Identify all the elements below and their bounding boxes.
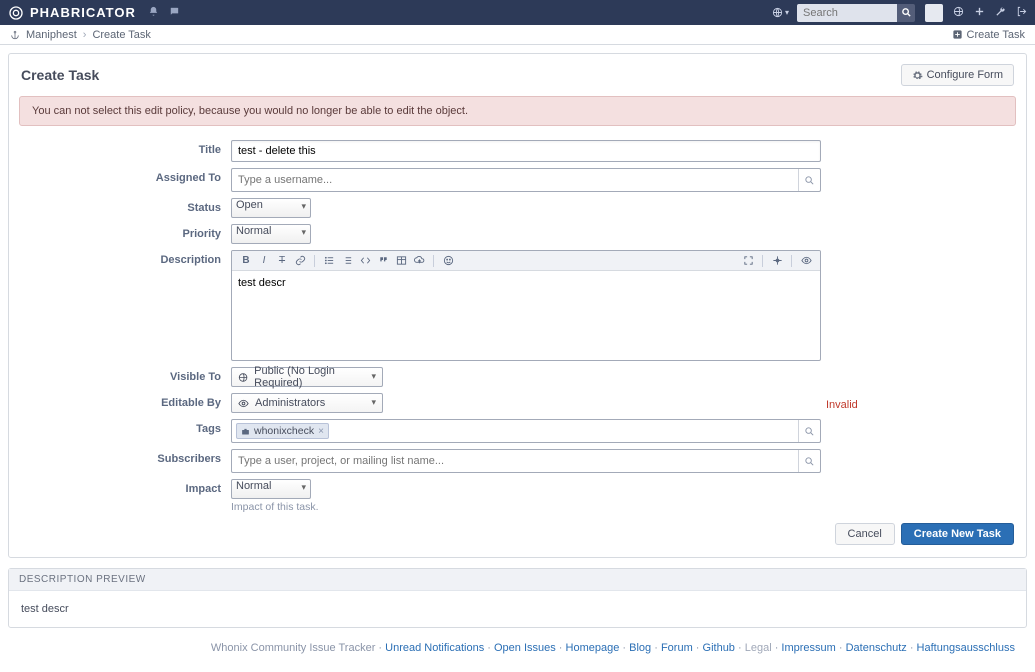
meme-icon[interactable] (440, 254, 456, 268)
search-input[interactable] (797, 4, 897, 22)
search-button[interactable] (897, 4, 915, 22)
avatar[interactable] (925, 4, 943, 22)
label-assigned: Assigned To (21, 168, 231, 184)
label-visible: Visible To (21, 367, 231, 383)
title-input[interactable] (231, 140, 821, 162)
app-logo[interactable]: PHABRICATOR (8, 5, 136, 21)
label-title: Title (21, 140, 231, 156)
globe-icon[interactable] (953, 6, 964, 20)
impact-select[interactable]: Normal (231, 479, 311, 499)
chat-icon[interactable] (169, 6, 180, 20)
label-description: Description (21, 250, 231, 266)
label-impact: Impact (21, 479, 231, 495)
pin-icon[interactable] (769, 254, 785, 268)
upload-icon[interactable] (411, 254, 427, 268)
label-tags: Tags (21, 419, 231, 435)
footer-link[interactable]: Impressum (781, 642, 835, 654)
wrench-icon[interactable] (995, 6, 1006, 20)
visible-select[interactable]: Public (No Login Required) (231, 367, 383, 387)
bell-icon[interactable] (148, 6, 159, 20)
strike-icon[interactable]: T (274, 254, 290, 268)
link-icon[interactable] (292, 254, 308, 268)
quote-icon[interactable] (375, 254, 391, 268)
crumb-app[interactable]: Maniphest (26, 29, 77, 41)
ul-icon[interactable] (321, 254, 337, 268)
footer-link[interactable]: Haftungsausschluss (917, 642, 1015, 654)
assigned-input[interactable] (232, 170, 798, 190)
footer-link[interactable]: Homepage (566, 642, 620, 654)
cancel-button[interactable]: Cancel (835, 523, 895, 545)
footer-link[interactable]: Open Issues (494, 642, 556, 654)
subscribers-input[interactable] (232, 451, 798, 471)
crumb-page[interactable]: Create Task (92, 29, 151, 41)
configure-form-button[interactable]: Configure Form (901, 64, 1014, 86)
impact-helper: Impact of this task. (231, 501, 821, 513)
italic-icon[interactable]: I (256, 254, 272, 268)
gear-icon (912, 70, 923, 81)
brand-text: PHABRICATOR (30, 5, 136, 20)
label-priority: Priority (21, 224, 231, 240)
preview-body: test descr (9, 591, 1026, 627)
code-icon[interactable] (357, 254, 373, 268)
label-editable: Editable By (21, 393, 231, 409)
topbar: PHABRICATOR ▾ (0, 0, 1035, 25)
description-textarea[interactable] (232, 271, 820, 357)
briefcase-icon (241, 427, 250, 436)
main-panel: Create Task Configure Form You can not s… (8, 53, 1027, 558)
invalid-badge: Invalid (826, 399, 858, 411)
bold-icon[interactable]: B (238, 254, 254, 268)
footer-link[interactable]: Datenschutz (846, 642, 907, 654)
language-dropdown[interactable]: ▾ (772, 7, 789, 18)
table-icon[interactable] (393, 254, 409, 268)
ol-icon[interactable] (339, 254, 355, 268)
remove-tag-icon[interactable]: × (318, 426, 324, 437)
tags-input[interactable] (331, 421, 798, 441)
preview-icon[interactable] (798, 254, 814, 268)
anchor-icon (10, 30, 20, 40)
error-message: You can not select this edit policy, bec… (19, 96, 1016, 126)
plus-icon[interactable] (974, 6, 985, 20)
globe-icon (238, 372, 248, 383)
description-editor: B I T (231, 250, 821, 361)
preview-header: DESCRIPTION PREVIEW (9, 569, 1026, 591)
page-title: Create Task (21, 67, 99, 83)
crumb-action[interactable]: Create Task (952, 29, 1026, 41)
subscribers-browse-button[interactable] (798, 450, 820, 472)
eye-icon (238, 398, 249, 409)
preview-panel: DESCRIPTION PREVIEW test descr (8, 568, 1027, 628)
logout-icon[interactable] (1016, 6, 1027, 20)
tag-chip[interactable]: whonixcheck × (236, 423, 329, 439)
footer: Whonix Community Issue Tracker · Unread … (8, 628, 1027, 664)
footer-prefix: Whonix Community Issue Tracker (211, 642, 375, 654)
breadcrumb: Maniphest › Create Task Create Task (0, 25, 1035, 45)
label-status: Status (21, 198, 231, 214)
priority-select[interactable]: Normal (231, 224, 311, 244)
submit-button[interactable]: Create New Task (901, 523, 1014, 545)
footer-link[interactable]: Blog (629, 642, 651, 654)
tags-browse-button[interactable] (798, 420, 820, 442)
label-subscribers: Subscribers (21, 449, 231, 465)
footer-link[interactable]: Forum (661, 642, 693, 654)
status-select[interactable]: Open (231, 198, 311, 218)
chevron-right-icon: › (83, 29, 87, 41)
footer-link[interactable]: Github (703, 642, 735, 654)
assigned-browse-button[interactable] (798, 169, 820, 191)
footer-legal-label: Legal (745, 642, 772, 654)
editable-select[interactable]: Administrators (231, 393, 383, 413)
fullscreen-icon[interactable] (740, 254, 756, 268)
footer-link[interactable]: Unread Notifications (385, 642, 484, 654)
form: Title Assigned To Status (9, 136, 1026, 557)
